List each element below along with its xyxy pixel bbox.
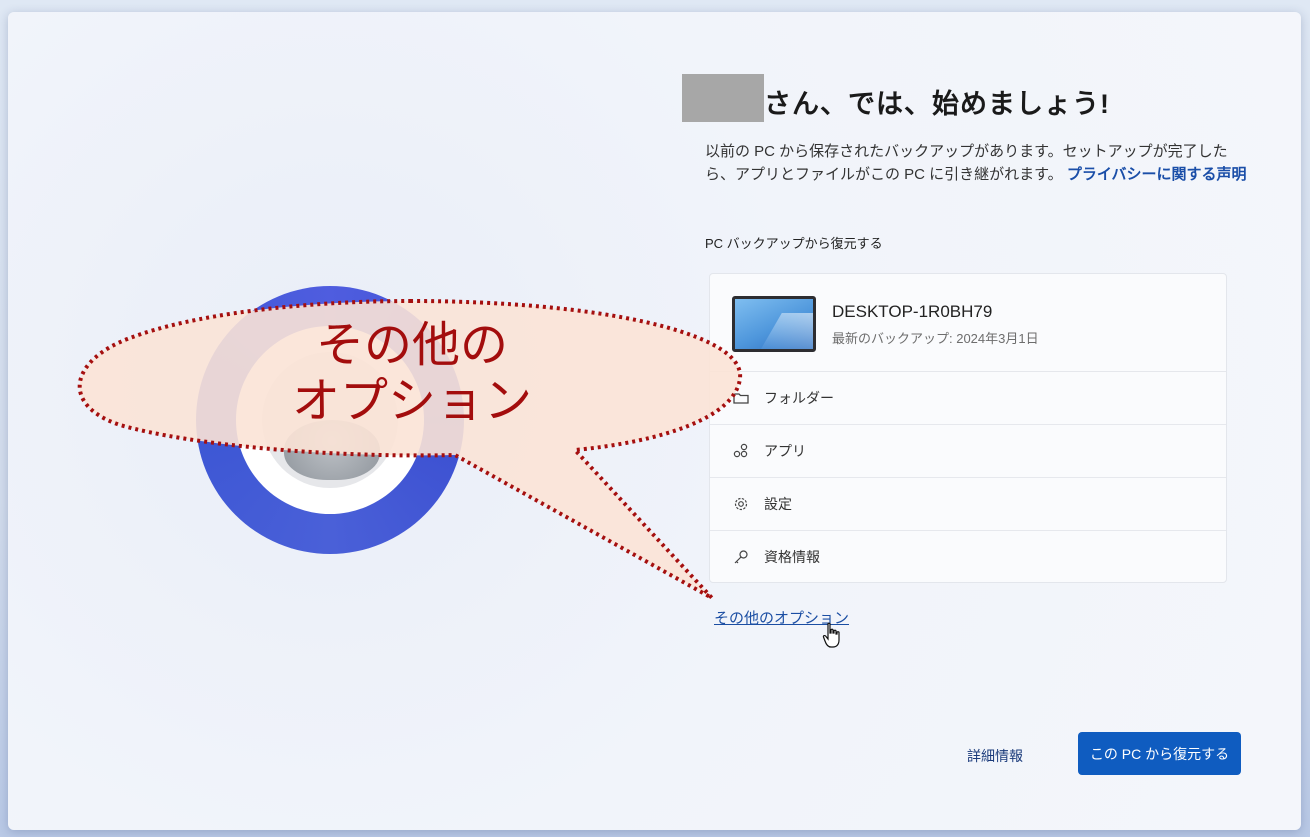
callout-text: その他の オプション bbox=[232, 318, 592, 430]
callout-line-1: その他の bbox=[315, 319, 508, 372]
callout-bubble bbox=[77, 298, 743, 600]
callout-line-2: オプション bbox=[291, 375, 532, 428]
